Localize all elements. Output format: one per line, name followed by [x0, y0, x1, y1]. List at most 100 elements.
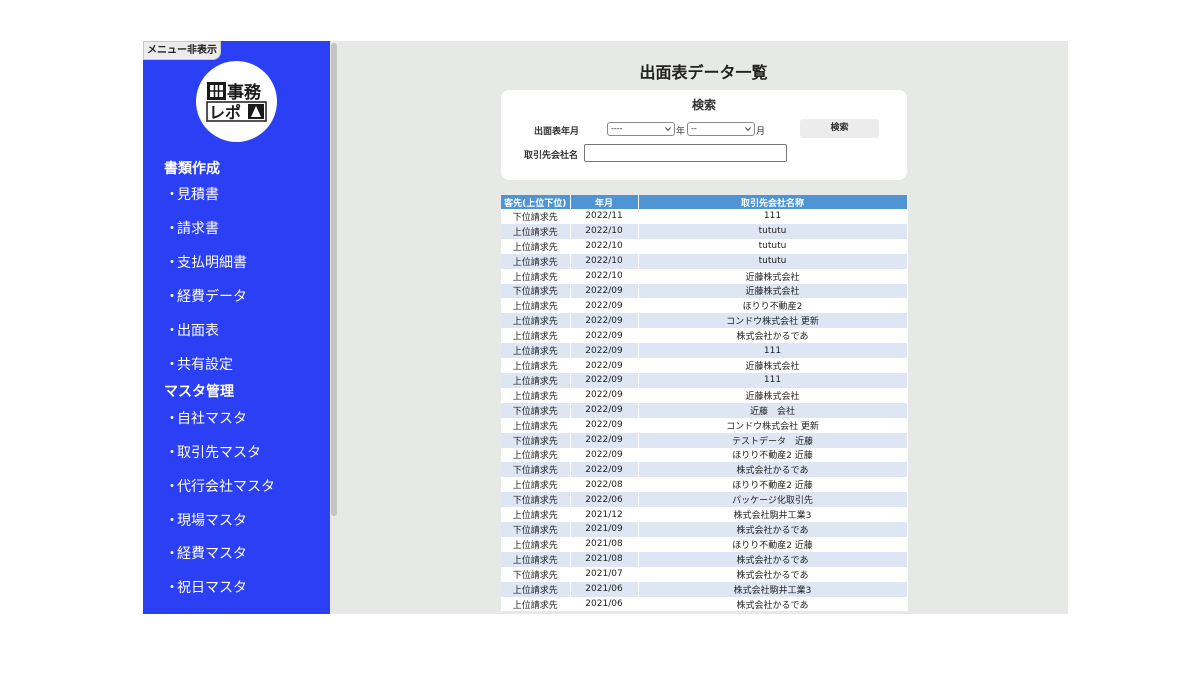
cell-company-name: テストデータ 近藤 [638, 432, 908, 448]
company-name-label: 取引先会社名 [524, 151, 579, 161]
table-row[interactable]: 上位請求先 2021/06 株式会社駒井工業3 [501, 581, 908, 597]
month-select[interactable]: -- [687, 122, 755, 136]
nav-bullet: ・ [165, 323, 179, 339]
table-row[interactable]: 上位請求先 2022/10 近藤株式会社 [501, 268, 908, 284]
cell-client-type: 下位請求先 [501, 522, 571, 537]
table-row[interactable]: 上位請求先 2022/09 ほりり不動産2 [501, 298, 908, 314]
cell-year-month: 2022/09 [570, 313, 639, 329]
cell-company-name: ほりり不動産2 近藤 [638, 536, 908, 552]
cell-year-month: 2021/12 [570, 507, 639, 523]
svg-text:レポ: レポ [209, 103, 241, 122]
column-header-year-month[interactable]: 年月 [570, 195, 639, 209]
cell-company-name: tututu [638, 223, 908, 239]
cell-company-name: 111 [638, 372, 908, 388]
table-row[interactable]: 上位請求先 2022/10 tututu [501, 253, 908, 269]
cell-client-type: 上位請求先 [501, 343, 571, 359]
table-row[interactable]: 下位請求先 2022/09 テストデータ 近藤 [501, 432, 908, 448]
table-row[interactable]: 下位請求先 2022/09 近藤 会社 [501, 402, 908, 418]
table-row[interactable]: 上位請求先 2022/09 近藤株式会社 [501, 387, 908, 403]
nav-item-own-company-master[interactable]: ・自社マスタ [165, 408, 247, 428]
sidebar-scrollbar[interactable] [331, 43, 337, 516]
table-row[interactable]: 下位請求先 2021/09 株式会社かるであ [501, 522, 908, 537]
cell-client-type: 上位請求先 [501, 223, 571, 239]
column-header-company-name[interactable]: 取引先会社名称 [638, 195, 908, 209]
cell-year-month: 2022/09 [570, 358, 639, 373]
cell-client-type: 上位請求先 [501, 387, 571, 403]
table-row[interactable]: 上位請求先 2021/08 株式会社かるであ [501, 551, 908, 567]
nav-item-label: 見積書 [177, 187, 219, 203]
table-row[interactable]: 上位請求先 2022/09 コンドウ株式会社 更新 [501, 417, 908, 433]
column-header-client-type[interactable]: 客先(上位下位) [501, 195, 571, 209]
table-header-row: 客先(上位下位) 年月 取引先会社名称 [501, 195, 908, 209]
nav-item-client-master[interactable]: ・取引先マスタ [165, 442, 261, 462]
cell-client-type: 上位請求先 [501, 536, 571, 552]
table-row[interactable]: 上位請求先 2022/09 近藤株式会社 [501, 358, 908, 373]
cell-year-month: 2021/08 [570, 536, 639, 552]
nav-bullet: ・ [165, 479, 179, 495]
table-row[interactable]: 下位請求先 2022/09 株式会社かるであ [501, 462, 908, 478]
cell-company-name: コンドウ株式会社 更新 [638, 417, 908, 433]
chevron-down-icon [665, 127, 671, 132]
search-button[interactable]: 検索 [800, 119, 879, 138]
table-row[interactable]: 上位請求先 2021/12 株式会社駒井工業3 [501, 507, 908, 523]
attendance-month-label: 出面表年月 [534, 127, 580, 137]
table-row[interactable]: 下位請求先 2021/07 株式会社かるであ [501, 566, 908, 582]
company-name-input[interactable] [584, 144, 787, 162]
nav-item-label: 出面表 [177, 323, 219, 339]
table-row[interactable]: 上位請求先 2022/10 tututu [501, 238, 908, 254]
cell-company-name: ほりり不動産2 [638, 298, 908, 314]
app-window: メニュー非表示 事務 レポ 書類作成 ・見積書 ・請求書 ・支払明細書 ・経費デ… [143, 41, 1068, 614]
cell-company-name: 株式会社かるであ [638, 566, 908, 582]
table-row[interactable]: 上位請求先 2022/10 tututu [501, 223, 908, 239]
search-panel: 検索 出面表年月 ---- 年 -- 月 検索 取引先会社名 [501, 90, 907, 180]
cell-company-name: 株式会社かるであ [638, 462, 908, 478]
table-row[interactable]: 下位請求先 2022/06 パッケージ化取引先 [501, 492, 908, 508]
cell-company-name: ほりり不動産2 近藤 [638, 447, 908, 463]
table-row[interactable]: 上位請求先 2022/08 ほりり不動産2 近藤 [501, 477, 908, 493]
table-row[interactable]: 上位請求先 2022/09 111 [501, 343, 908, 359]
cell-year-month: 2022/09 [570, 387, 639, 403]
table-row[interactable]: 下位請求先 2022/11 111 [501, 209, 908, 224]
cell-client-type: 下位請求先 [501, 566, 571, 582]
table-row[interactable]: 上位請求先 2022/09 コンドウ株式会社 更新 [501, 313, 908, 329]
nav-item-share-settings[interactable]: ・共有設定 [165, 354, 233, 374]
table-row[interactable]: 上位請求先 2021/08 ほりり不動産2 近藤 [501, 536, 908, 552]
nav-item-label: 自社マスタ [177, 411, 247, 427]
cell-company-name: 111 [638, 209, 908, 224]
nav-item-site-master[interactable]: ・現場マスタ [165, 510, 247, 530]
nav-item-agency-master[interactable]: ・代行会社マスタ [165, 476, 275, 496]
cell-year-month: 2021/07 [570, 566, 639, 582]
nav-item-payment-statement[interactable]: ・支払明細書 [165, 252, 247, 272]
cell-year-month: 2022/09 [570, 298, 639, 314]
nav-bullet: ・ [165, 546, 179, 562]
table-row[interactable]: 上位請求先 2022/09 111 [501, 372, 908, 388]
nav-item-label: 経費データ [177, 289, 247, 305]
cell-year-month: 2022/09 [570, 343, 639, 359]
table-row[interactable]: 上位請求先 2022/09 株式会社かるであ [501, 328, 908, 344]
nav-item-expense-data[interactable]: ・経費データ [165, 286, 247, 306]
app-logo[interactable]: 事務 レポ [196, 61, 277, 142]
table-body: 下位請求先 2022/11 111 上位請求先 2022/10 tututu 上位請求先 20… [501, 209, 908, 612]
table-row[interactable]: 上位請求先 2021/06 株式会社かるであ [501, 596, 908, 612]
nav-item-holiday-master[interactable]: ・祝日マスタ [165, 577, 247, 597]
nav-bullet: ・ [165, 580, 179, 596]
cell-company-name: 近藤株式会社 [638, 387, 908, 403]
table-row[interactable]: 下位請求先 2022/09 近藤株式会社 [501, 283, 908, 299]
cell-company-name: 111 [638, 343, 908, 359]
nav-item-attendance[interactable]: ・出面表 [165, 320, 219, 340]
nav-bullet: ・ [165, 513, 179, 529]
year-select[interactable]: ---- [607, 122, 675, 136]
chevron-down-icon [745, 127, 751, 132]
nav-item-estimate[interactable]: ・見積書 [165, 184, 219, 204]
cell-year-month: 2021/09 [570, 522, 639, 537]
table-row[interactable]: 上位請求先 2022/09 ほりり不動産2 近藤 [501, 447, 908, 463]
hide-menu-button[interactable]: メニュー非表示 [143, 41, 221, 60]
cell-company-name: 株式会社かるであ [638, 522, 908, 537]
cell-year-month: 2022/09 [570, 372, 639, 388]
nav-item-expense-master[interactable]: ・経費マスタ [165, 543, 247, 563]
cell-client-type: 上位請求先 [501, 417, 571, 433]
svg-text:事務: 事務 [227, 82, 262, 103]
nav-bullet: ・ [165, 411, 179, 427]
nav-item-invoice[interactable]: ・請求書 [165, 218, 219, 238]
search-panel-title: 検索 [691, 98, 716, 112]
